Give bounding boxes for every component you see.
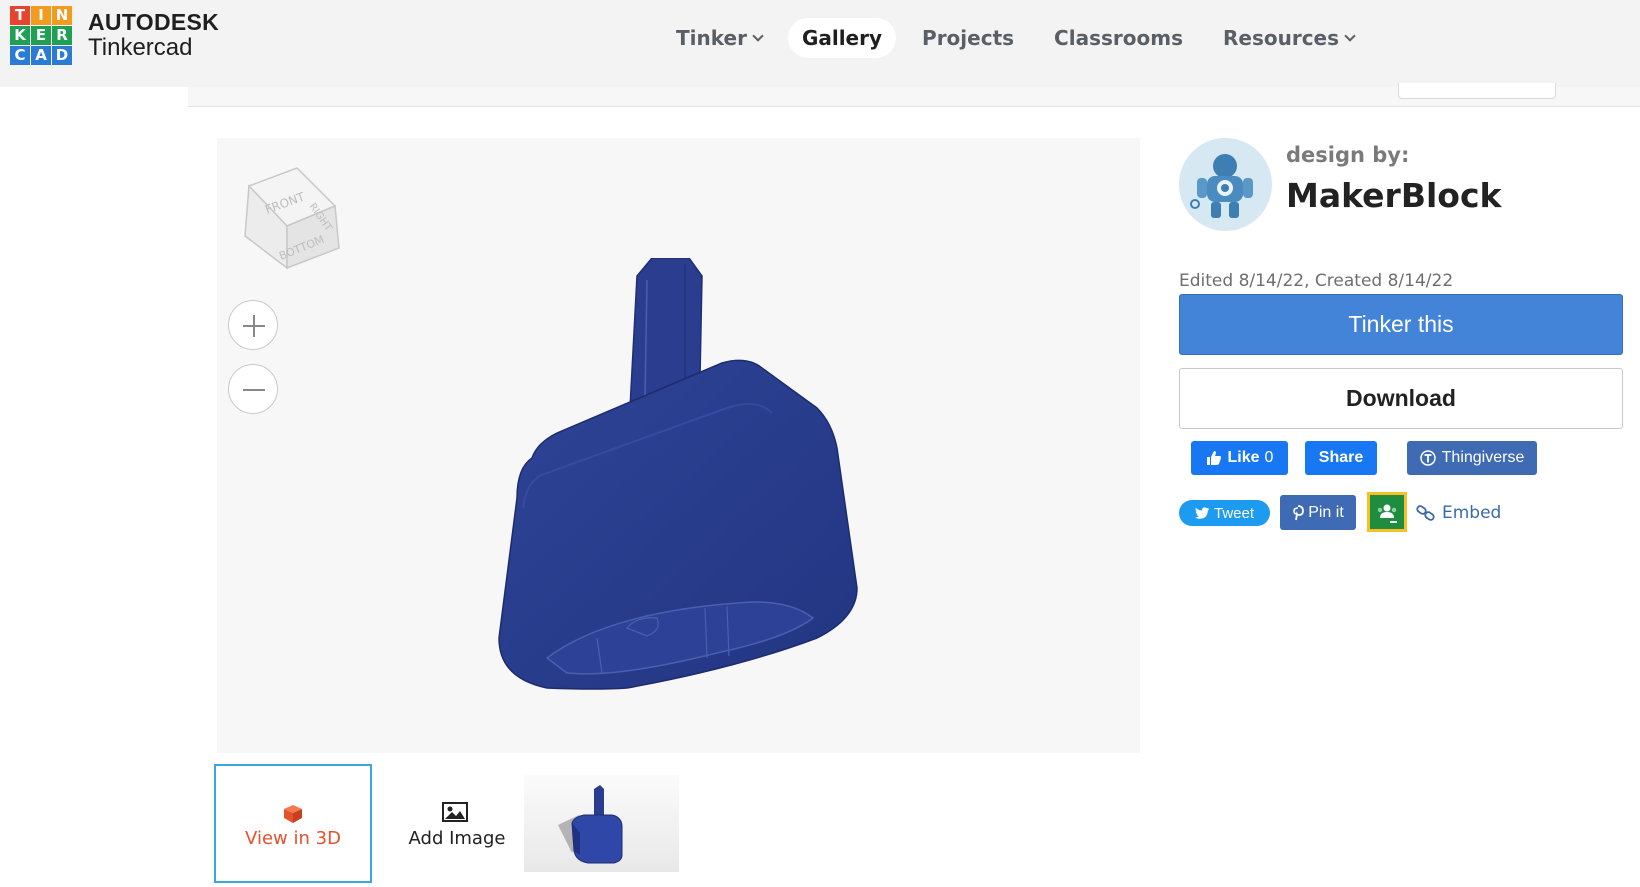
thingiverse-button[interactable]: Thingiverse bbox=[1407, 441, 1537, 475]
nav-item-classrooms[interactable]: Classrooms bbox=[1040, 18, 1197, 58]
logo-wordmark: AUTODESK Tinkercad bbox=[88, 10, 219, 61]
site-header: TIN KER CAD AUTODESK Tinkercad Tinker Gall… bbox=[0, 0, 1640, 87]
model-viewer[interactable]: FRONT RIGHT BOTTOM bbox=[217, 138, 1140, 753]
add-image-button[interactable]: Add Image bbox=[380, 764, 534, 883]
plus-icon-vertical bbox=[253, 315, 255, 337]
logo-letter: K bbox=[10, 26, 30, 45]
nav-item-resources[interactable]: Resources bbox=[1209, 18, 1368, 58]
logo-letter: N bbox=[52, 6, 72, 25]
view-in-3d-label: View in 3D bbox=[245, 828, 341, 849]
design-thumbnail[interactable] bbox=[524, 775, 679, 872]
view-cube[interactable]: FRONT RIGHT BOTTOM bbox=[237, 156, 347, 271]
logo-letter: D bbox=[52, 46, 72, 65]
like-count: 0 bbox=[1264, 449, 1274, 466]
tweet-label: Tweet bbox=[1213, 504, 1255, 522]
nav-item-label: Resources bbox=[1222, 26, 1340, 50]
link-icon bbox=[1416, 505, 1435, 521]
pin-it-button[interactable]: Pin it bbox=[1280, 495, 1356, 530]
design-by-label: design by: bbox=[1286, 143, 1410, 167]
nav-item-gallery[interactable]: Gallery bbox=[787, 18, 897, 58]
design-dates: Edited 8/14/22, Created 8/14/22 bbox=[1179, 271, 1454, 291]
thumbnail-render bbox=[558, 785, 623, 864]
nav-item-label: Classrooms bbox=[1054, 26, 1183, 50]
logo-product: Tinkercad bbox=[88, 34, 193, 61]
chevron-down-icon bbox=[1344, 29, 1356, 42]
add-image-label: Add Image bbox=[408, 828, 506, 849]
tinkercad-logo[interactable]: TIN KER CAD AUTODESK Tinkercad bbox=[10, 6, 219, 65]
nav-item-label: Gallery bbox=[801, 26, 883, 50]
pinterest-icon bbox=[1293, 504, 1305, 520]
nav-item-tinker[interactable]: Tinker bbox=[662, 18, 776, 58]
nav-item-label: Tinker bbox=[676, 26, 747, 50]
robot-avatar-icon bbox=[1179, 138, 1271, 230]
logo-letter: T bbox=[10, 6, 30, 25]
zoom-out-button[interactable] bbox=[228, 364, 278, 414]
cube-icon bbox=[284, 805, 302, 823]
google-classroom-button[interactable] bbox=[1367, 492, 1407, 532]
thingiverse-label: Thingiverse bbox=[1441, 449, 1525, 466]
logo-grid: TIN KER CAD bbox=[10, 6, 72, 65]
logo-company: AUTODESK bbox=[88, 9, 220, 35]
nav-item-projects[interactable]: Projects bbox=[908, 18, 1028, 58]
logo-letter: E bbox=[31, 26, 51, 45]
logo-letter: R bbox=[52, 26, 72, 45]
author-name[interactable]: MakerBlock bbox=[1286, 176, 1501, 215]
tweet-button[interactable]: Tweet bbox=[1179, 500, 1270, 526]
chevron-down-icon bbox=[752, 29, 764, 42]
pin-it-label: Pin it bbox=[1308, 503, 1344, 521]
thingiverse-icon bbox=[1419, 450, 1436, 466]
minus-icon bbox=[243, 389, 265, 391]
like-label: Like bbox=[1227, 449, 1260, 466]
logo-letter: C bbox=[10, 46, 30, 65]
embed-label: Embed bbox=[1442, 503, 1502, 523]
embed-link[interactable]: Embed bbox=[1416, 503, 1501, 523]
main-nav: Tinker Gallery Projects Classrooms Resou… bbox=[662, 18, 1380, 58]
download-button[interactable]: Download bbox=[1179, 368, 1623, 429]
google-classroom-icon bbox=[1377, 504, 1397, 523]
model-render[interactable] bbox=[487, 258, 887, 708]
zoom-in-button[interactable] bbox=[228, 300, 278, 350]
facebook-share-button[interactable]: Share bbox=[1305, 441, 1377, 475]
image-icon bbox=[442, 802, 468, 822]
share-label: Share bbox=[1318, 449, 1364, 466]
facebook-like-button[interactable]: Like 0 bbox=[1191, 441, 1288, 475]
twitter-bird-icon bbox=[1194, 506, 1210, 519]
thumbs-up-icon bbox=[1206, 451, 1221, 465]
logo-letter: A bbox=[31, 46, 51, 65]
tinker-this-button[interactable]: Tinker this bbox=[1179, 294, 1623, 355]
sub-toolbar bbox=[188, 83, 1640, 107]
sub-toolbar-control[interactable] bbox=[1398, 83, 1556, 99]
author-avatar[interactable] bbox=[1179, 138, 1272, 231]
view-in-3d-tab[interactable]: View in 3D bbox=[214, 764, 372, 883]
nav-item-label: Projects bbox=[922, 26, 1015, 50]
logo-letter: I bbox=[31, 6, 51, 25]
